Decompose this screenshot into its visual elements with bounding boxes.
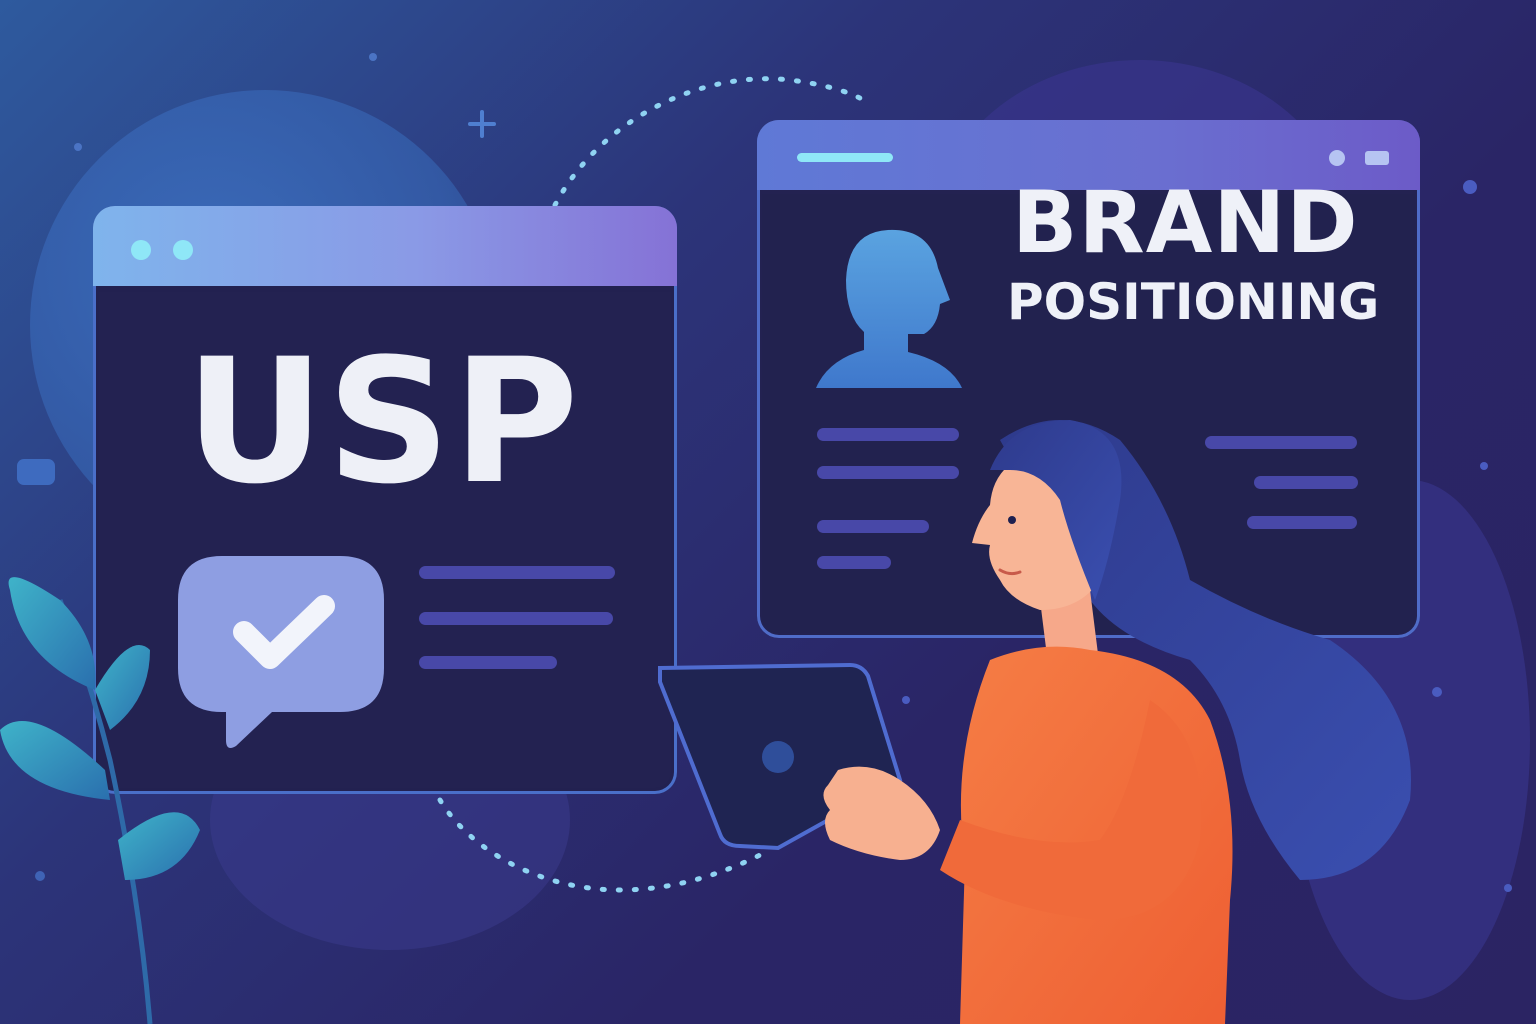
illustration-scene: USP BRAND POSITIONING (0, 0, 1536, 1024)
woman-with-tablet-illustration (658, 420, 1411, 1024)
hand (823, 766, 940, 860)
eye (1008, 516, 1016, 524)
tablet-camera (762, 741, 794, 773)
